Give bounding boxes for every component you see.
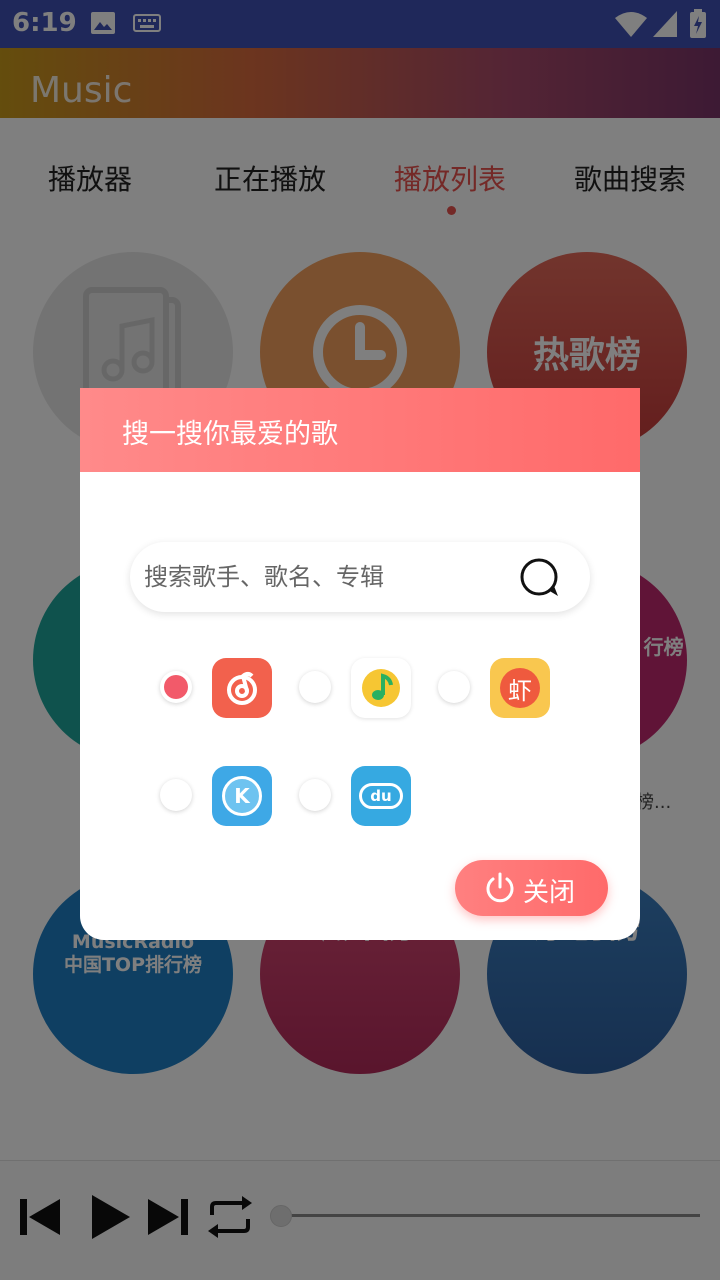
kugou-logo-icon: K [222, 776, 262, 816]
baidu-logo-icon: du [359, 783, 403, 809]
search-input[interactable] [144, 556, 504, 598]
close-button[interactable]: 关闭 [455, 860, 608, 916]
close-button-label: 关闭 [523, 878, 576, 908]
netease-logo-icon [227, 672, 257, 705]
qq-music-logo-icon [362, 669, 400, 707]
search-dialog: 搜一搜你最爱的歌 虾 K du [80, 388, 640, 940]
dialog-title: 搜一搜你最爱的歌 [122, 419, 338, 450]
power-icon [486, 872, 514, 903]
source-radio-xiami[interactable] [438, 671, 470, 703]
xiami-logo-icon: 虾 [500, 668, 540, 708]
baidu-music-icon[interactable]: du [351, 766, 411, 826]
xiami-music-icon[interactable]: 虾 [490, 658, 550, 718]
netease-music-icon[interactable] [212, 658, 272, 718]
source-radio-baidu[interactable] [299, 779, 331, 811]
qq-music-icon[interactable] [351, 658, 411, 718]
source-radio-netease[interactable] [160, 671, 192, 703]
kugou-music-icon[interactable]: K [212, 766, 272, 826]
source-radio-kugou[interactable] [160, 779, 192, 811]
search-icon[interactable] [518, 556, 562, 600]
dialog-header: 搜一搜你最爱的歌 [80, 388, 640, 472]
search-box [130, 542, 590, 612]
source-radio-qq[interactable] [299, 671, 331, 703]
